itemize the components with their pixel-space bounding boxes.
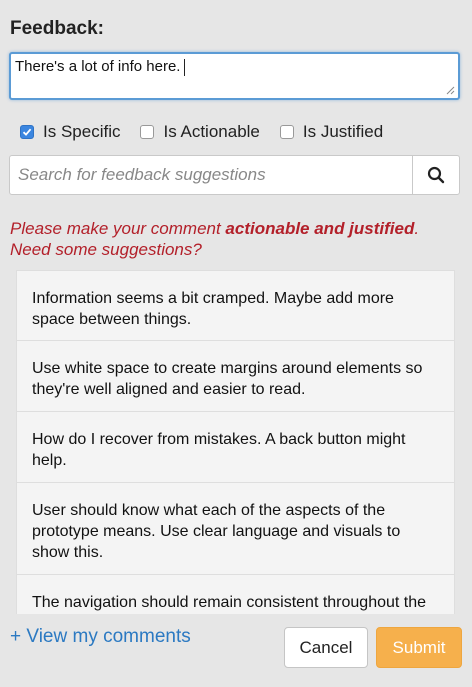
submit-button[interactable]: Submit [376, 627, 462, 668]
comment-textarea[interactable]: There's a lot of info here. [9, 52, 460, 100]
resize-handle-icon[interactable] [446, 86, 455, 95]
checkbox-label: Is Actionable [163, 122, 260, 141]
suggestion-item[interactable]: The navigation should remain consistent … [16, 575, 455, 614]
warning-suffix: . [414, 219, 420, 238]
checkbox-label: Is Specific [43, 122, 121, 141]
checkbox-empty-icon[interactable] [140, 125, 155, 139]
warning-emphasis: actionable and justified [225, 219, 415, 238]
warning-message: Please make your comment actionable and … [10, 218, 460, 260]
comment-text: There's a lot of info here. [15, 58, 181, 75]
suggestion-item[interactable]: User should know what each of the aspect… [16, 483, 455, 575]
checkbox-is-actionable[interactable]: Is Actionable [140, 122, 260, 142]
checkbox-is-justified[interactable]: Is Justified [279, 122, 384, 142]
cancel-button[interactable]: Cancel [284, 627, 368, 668]
suggestion-item[interactable]: Use white space to create margins around… [16, 341, 455, 412]
search-input[interactable]: Search for feedback suggestions [10, 156, 412, 194]
view-comments-link[interactable]: + View my comments [10, 626, 191, 648]
suggestion-item[interactable]: Information seems a bit cramped. Maybe a… [16, 270, 455, 341]
text-caret [184, 58, 186, 76]
feedback-title: Feedback: [10, 18, 104, 39]
search-icon [427, 166, 445, 184]
suggestion-search: Search for feedback suggestions [9, 155, 460, 195]
checkbox-label: Is Justified [302, 122, 384, 141]
suggestion-list[interactable]: Information seems a bit cramped. Maybe a… [16, 270, 455, 614]
criteria-checkboxes: Is Specific Is Actionable Is Justified [20, 122, 403, 142]
checkbox-checked-icon[interactable] [20, 125, 34, 139]
warning-question: Need some suggestions? [10, 240, 202, 259]
checkbox-empty-icon[interactable] [279, 125, 294, 139]
checkbox-is-specific[interactable]: Is Specific [20, 122, 120, 142]
warning-text: Please make your comment [10, 219, 226, 238]
search-button[interactable] [412, 156, 459, 194]
suggestion-item[interactable]: How do I recover from mistakes. A back b… [16, 412, 455, 483]
